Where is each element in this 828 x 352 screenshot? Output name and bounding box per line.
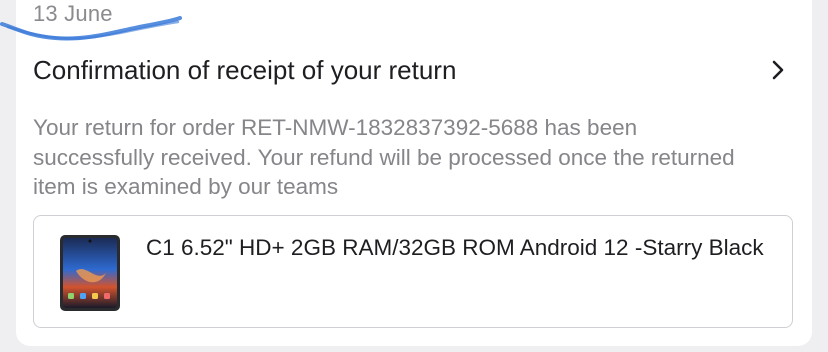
phone-image	[60, 235, 120, 311]
product-item[interactable]: C1 6.52" HD+ 2GB RAM/32GB ROM Android 12…	[33, 215, 793, 328]
notification-date: 13 June	[33, 1, 113, 26]
notification-message: Your return for order RET-NMW-1832837392…	[33, 115, 735, 199]
product-name: C1 6.52" HD+ 2GB RAM/32GB ROM Android 12…	[146, 235, 764, 260]
notification-title-row[interactable]: Confirmation of receipt of your return	[33, 52, 788, 88]
notification-title: Confirmation of receipt of your return	[33, 54, 457, 85]
chevron-right-icon	[772, 60, 784, 80]
